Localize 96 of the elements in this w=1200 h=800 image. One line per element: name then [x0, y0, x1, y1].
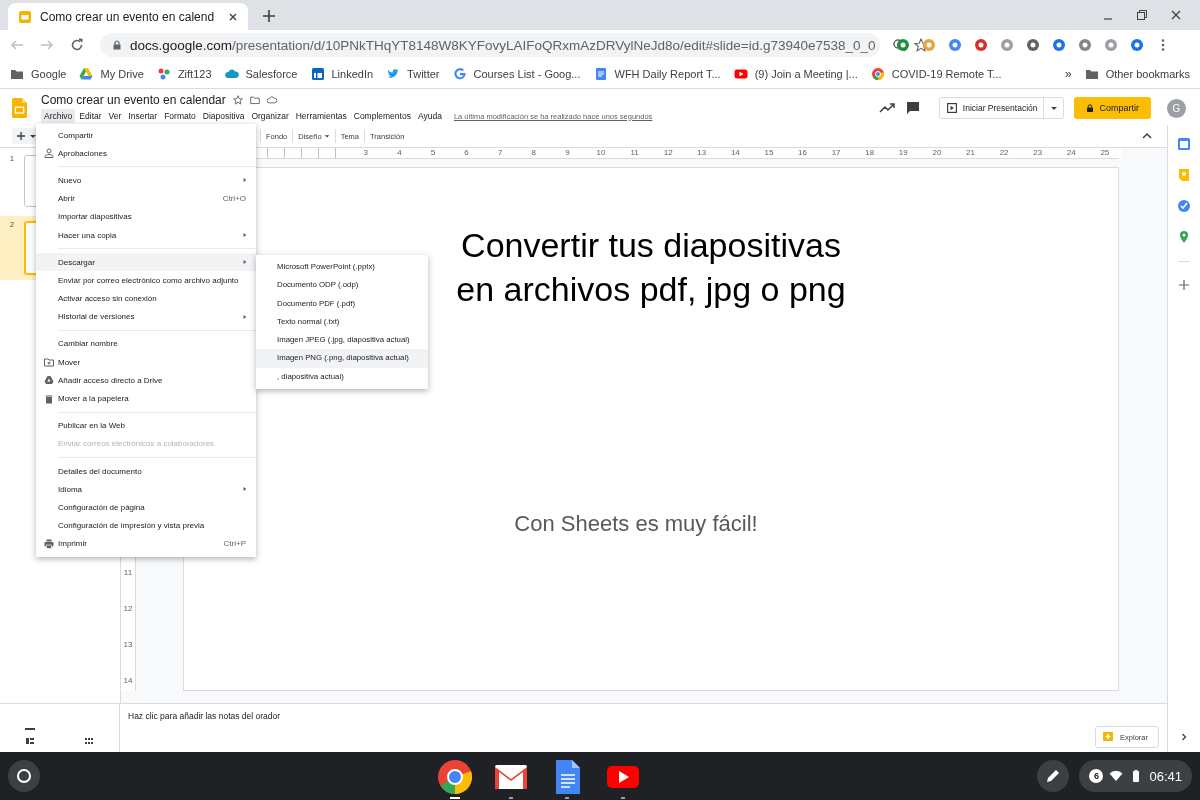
explore-icon [1102, 731, 1115, 743]
slide-title: Convertir tus diapositivas en archivos pdf, jpg o png [456, 225, 846, 310]
menu-item[interactable]: Complementos [350, 109, 414, 123]
bookmark[interactable]: LinkedIn [310, 67, 374, 81]
menu-item[interactable]: Insertar [125, 109, 161, 123]
speaker-notes-field[interactable]: Haz clic para añadir las notas del orador [126, 710, 530, 722]
other-bookmarks[interactable]: Other bookmarks [1084, 67, 1190, 81]
drive-icon [44, 375, 54, 386]
reload-icon[interactable] [70, 38, 84, 52]
extension-icon[interactable] [1026, 38, 1040, 52]
menu-item[interactable]: Editar [76, 109, 105, 123]
bird-icon [386, 67, 401, 81]
extension-icon[interactable] [1000, 38, 1014, 52]
chevron-icon[interactable] [1179, 732, 1189, 742]
bookmark[interactable]: WFH Daily Report T... [593, 67, 721, 81]
star-icon[interactable] [232, 95, 243, 105]
plus-icon [16, 131, 26, 141]
lock-icon [112, 40, 122, 50]
bookmark[interactable]: Courses List - Goog... [452, 67, 581, 81]
extension-icon[interactable] [1078, 38, 1092, 52]
browser-tab[interactable]: Como crear un evento en calend [8, 3, 248, 30]
dots-icon [156, 67, 171, 81]
menu-item[interactable]: Herramientas [292, 109, 350, 123]
caret-icon [29, 132, 37, 140]
play-icon [946, 103, 957, 113]
folder-icon[interactable] [249, 95, 260, 105]
extension-icon[interactable] [974, 38, 988, 52]
new-tab-icon[interactable] [262, 9, 276, 23]
star-icon[interactable] [913, 38, 928, 52]
slide-subtitle: Con Sheets es muy fácil! [514, 511, 758, 537]
extension-icon[interactable] [1104, 38, 1118, 52]
bookmark[interactable]: Google [10, 67, 67, 81]
close-icon[interactable] [1170, 9, 1182, 21]
bookmark[interactable]: COVID-19 Remote T... [870, 67, 1002, 81]
close-icon[interactable] [228, 11, 238, 22]
bookmark[interactable]: (9) Join a Meeting |... [733, 67, 858, 81]
stylus-button[interactable] [1037, 760, 1070, 792]
caret-icon [323, 133, 330, 139]
trash-icon [44, 393, 54, 404]
bookmark[interactable]: Zift123 [156, 67, 212, 81]
menu-item[interactable]: Ver [105, 109, 125, 123]
slides-icon [18, 9, 32, 24]
linkedin-icon [310, 67, 325, 81]
submenu-arrow-icon [242, 232, 248, 239]
map-pin-icon[interactable] [1177, 230, 1191, 244]
extension-icon[interactable] [1130, 38, 1144, 52]
lock-icon [1086, 104, 1095, 112]
status-area[interactable]: 6 06:41 [1079, 760, 1192, 792]
submenu-arrow-icon [242, 486, 248, 493]
triangle-logo-icon [79, 67, 94, 81]
comment-icon[interactable] [904, 100, 921, 116]
menu-item[interactable]: Descargar [36, 253, 256, 272]
caret-icon[interactable] [1050, 104, 1059, 112]
bookmark[interactable]: My Drive [79, 67, 144, 81]
extension-icon[interactable] [896, 38, 910, 52]
tasks-icon[interactable] [1177, 199, 1191, 213]
add-icon[interactable] [1178, 279, 1190, 291]
clock: 06:41 [1149, 768, 1182, 784]
bookmark[interactable]: Twitter [386, 67, 440, 81]
submenu-arrow-icon [242, 313, 248, 320]
menu-item[interactable]: Organizar [248, 109, 292, 123]
g-logo-icon [452, 67, 467, 81]
play-icon [733, 67, 748, 81]
printer-icon [44, 538, 54, 549]
folder-icon [44, 357, 54, 368]
bookmark[interactable]: Salesforce [224, 67, 298, 81]
tab-title: Como crear un evento en calend [40, 9, 216, 24]
present-button[interactable]: Iniciar Presentación [938, 97, 1065, 119]
folder-icon [10, 67, 24, 81]
restore-icon[interactable] [1136, 9, 1148, 21]
extension-icon[interactable] [922, 38, 936, 52]
document-icon [593, 67, 608, 81]
folder-icon [1084, 67, 1099, 81]
extension-icon[interactable] [948, 38, 962, 52]
calendar-icon[interactable] [1177, 137, 1191, 151]
list-view-icon[interactable] [24, 728, 35, 746]
menu-item[interactable]: Compartir [36, 126, 256, 145]
grid-view-icon[interactable] [84, 736, 95, 746]
menu-item[interactable]: Diapositiva [199, 109, 248, 123]
cloud-icon [224, 67, 239, 81]
cloud-icon[interactable] [266, 95, 277, 105]
notification-count: 6 [1089, 769, 1104, 783]
share-button[interactable]: Compartir [1074, 97, 1151, 119]
menu-item[interactable]: Archivo [41, 109, 76, 123]
menu-item[interactable]: Formato [161, 109, 199, 123]
chrome-app-icon[interactable] [436, 759, 473, 795]
document-title[interactable]: Como crear un evento en calendar [41, 93, 226, 107]
submenu-arrow-icon [242, 259, 248, 266]
wifi-icon [1109, 769, 1124, 783]
menu-item[interactable]: Ayuda [414, 109, 445, 123]
person-icon [44, 148, 54, 159]
extension-icon[interactable] [1052, 38, 1066, 52]
launcher-button[interactable] [8, 760, 40, 792]
more-bookmarks[interactable]: » [1064, 67, 1072, 81]
submenu-arrow-icon [242, 177, 248, 184]
chrome-icon [870, 67, 885, 81]
